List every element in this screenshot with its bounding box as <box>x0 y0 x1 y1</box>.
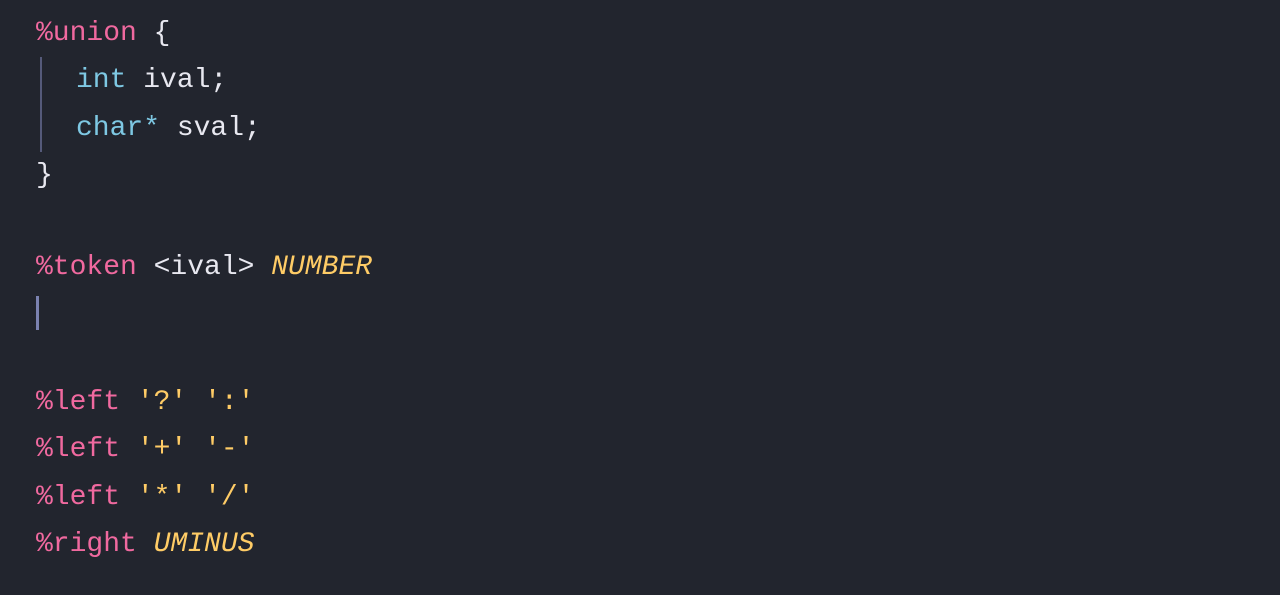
line-union-open: %union { <box>36 10 1280 57</box>
empty-line-2 <box>36 335 1280 379</box>
uminus-token: UMINUS <box>154 523 255 566</box>
colon-literal: ':' <box>204 381 254 424</box>
space-6 <box>187 476 204 519</box>
char-keyword: char* <box>76 107 160 150</box>
union-body: int ival; char* sval; <box>36 57 1280 152</box>
space-7 <box>137 523 154 566</box>
right-keyword: %right <box>36 523 137 566</box>
qmark-literal: '?' <box>137 381 187 424</box>
left-keyword-3: %left <box>36 476 120 519</box>
space-3 <box>120 428 137 471</box>
space-2 <box>187 381 204 424</box>
left-keyword-1: %left <box>36 381 120 424</box>
slash-literal: '/' <box>204 476 254 519</box>
token-keyword: %token <box>36 246 137 289</box>
union-brace-open: { <box>137 12 171 55</box>
line-token: %token <ival> NUMBER <box>36 244 1280 291</box>
space-4 <box>187 428 204 471</box>
indent-bar <box>40 57 42 152</box>
number-token: NUMBER <box>271 246 372 289</box>
line-ival: int ival; <box>76 57 1280 104</box>
plus-literal: '+' <box>137 428 187 471</box>
space-5 <box>120 476 137 519</box>
space-1 <box>120 381 137 424</box>
text-cursor <box>36 296 39 330</box>
cursor-line[interactable] <box>36 291 1280 335</box>
line-left2: %left '+' '-' <box>36 426 1280 473</box>
union-keyword: %union <box>36 12 137 55</box>
int-keyword: int <box>76 59 126 102</box>
line-left1: %left '?' ':' <box>36 379 1280 426</box>
minus-literal: '-' <box>204 428 254 471</box>
star-literal: '*' <box>137 476 187 519</box>
line-right1: %right UMINUS <box>36 521 1280 568</box>
left-keyword-2: %left <box>36 428 120 471</box>
line-sval: char* sval; <box>76 105 1280 152</box>
code-editor[interactable]: %union { int ival; char* sval; } %token … <box>0 0 1280 595</box>
union-brace-close: } <box>36 154 53 197</box>
line-left3: %left '*' '/' <box>36 474 1280 521</box>
code-section: %union { int ival; char* sval; } %token … <box>0 10 1280 569</box>
ival-identifier: ival; <box>126 59 227 102</box>
empty-line-1 <box>36 200 1280 244</box>
token-angle: <ival> <box>137 246 271 289</box>
line-union-close: } <box>36 152 1280 199</box>
sval-identifier: sval; <box>160 107 261 150</box>
